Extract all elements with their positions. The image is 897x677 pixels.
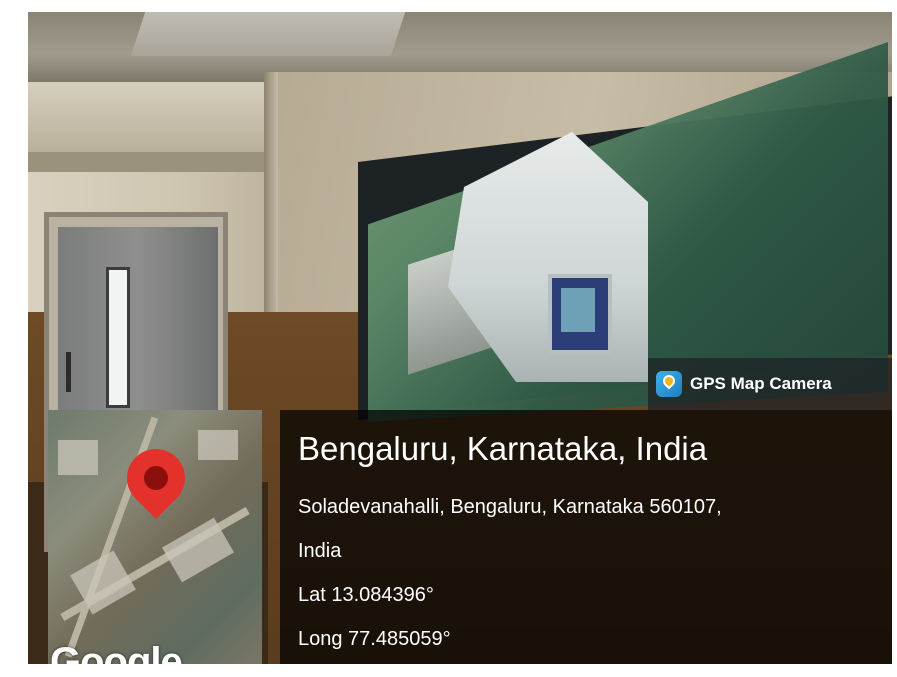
location-info-card: Bengaluru, Karnataka, India Soladevanaha… — [280, 410, 892, 664]
address-line-1: Soladevanahalli, Bengaluru, Karnataka 56… — [298, 496, 722, 518]
ceiling-light-panel — [130, 12, 406, 56]
location-title: Bengaluru, Karnataka, India — [298, 430, 708, 467]
door-window — [106, 267, 130, 408]
map-building — [58, 440, 98, 475]
machine-control-panel — [548, 274, 612, 354]
door-handle — [66, 352, 71, 392]
map-thumbnail: Google — [48, 410, 262, 664]
ceiling-beam — [28, 82, 268, 152]
gps-map-camera-icon — [656, 371, 682, 397]
map-attribution: Google — [50, 640, 183, 664]
beam-shadow — [28, 152, 268, 172]
latitude-text: Lat 13.084396° — [298, 584, 434, 606]
address-line-2: India — [298, 540, 342, 562]
map-building — [198, 430, 238, 460]
location-pin-dot — [144, 466, 168, 490]
longitude-text: Long 77.485059° — [298, 628, 451, 650]
bottom-border — [0, 664, 897, 677]
badge-label: GPS Map Camera — [690, 374, 832, 393]
gps-map-camera-badge: GPS Map Camera — [648, 358, 892, 410]
